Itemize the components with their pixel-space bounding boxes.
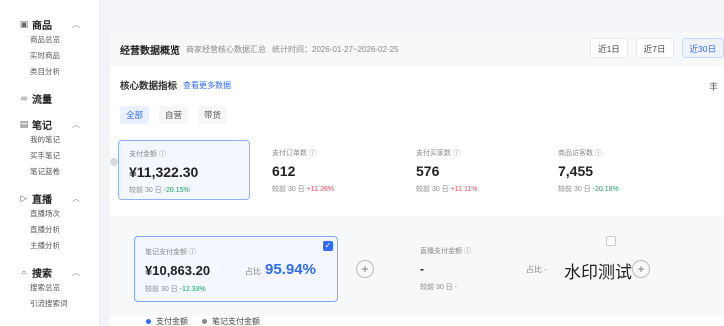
metric-change: -12.33% — [179, 286, 206, 293]
core-panel: 核心数据指标 查看更多数据 丰 全部 自营 带货 支付金额 ⓘ ¥11,322.… — [110, 66, 724, 326]
notes-pay-card[interactable]: ✓ 笔记支付金额 ⓘ ¥10,863.20 较前 30 日 -12.33% 占比… — [134, 236, 338, 302]
share-ratio: 占比 95.94% — [245, 261, 316, 278]
tab-all[interactable]: 全部 — [120, 106, 150, 124]
sidebar-item[interactable]: 主播分析 — [30, 238, 99, 254]
checkbox-unchecked-icon[interactable] — [606, 236, 616, 246]
search-icon: ⌕ — [21, 266, 27, 277]
metric-change: -20.15% — [163, 187, 190, 194]
range-30d-button[interactable]: 近30日 — [681, 38, 724, 58]
section-title: 核心数据指标 — [120, 81, 178, 92]
legend-dot-icon — [146, 319, 151, 324]
add-icon[interactable]: + — [632, 260, 650, 278]
metric-card-orders[interactable]: 支付订单数 ⓘ 612 较前 30 日 +11.26% — [262, 140, 392, 200]
sidebar-section-goods[interactable]: ▣ 商品 ︿ — [20, 16, 99, 32]
metric-card-visitors[interactable]: 商品访客数 ⓘ 7,455 较前 30 日 -20.18% — [548, 140, 678, 200]
metric-card-pay-amount[interactable]: 支付金额 ⓘ ¥11,322.30 较前 30 日 -20.15% — [118, 140, 250, 200]
more-menu-button[interactable]: 丰 — [709, 80, 718, 93]
metric-change: +11.26% — [306, 186, 334, 193]
metric-label: 支付买家数 ⓘ — [416, 150, 460, 157]
range-1d-button[interactable]: 近1日 — [590, 38, 628, 58]
chevron-up-icon[interactable]: ︿ — [72, 19, 80, 30]
sidebar-section-traffic[interactable]: ∞ 流量 — [21, 90, 99, 106]
date-range-group: 近1日 近7日 近30日 — [590, 38, 724, 58]
metric-change: - — [454, 284, 457, 291]
main-content: 经营数据概览 商家经营核心数据汇总 统计时间：2026-01-27~2026-0… — [100, 0, 724, 326]
sidebar-item[interactable]: 直播分析 — [30, 222, 99, 238]
legend-item[interactable]: 笔记支付金额 — [202, 316, 260, 326]
sidebar-section-title: 直播 — [32, 194, 52, 206]
metric-label: 支付订单数 ⓘ — [272, 150, 316, 157]
metric-card-buyers[interactable]: 支付买家数 ⓘ 576 较前 30 日 +11.11% — [406, 140, 536, 200]
chevron-up-icon[interactable]: ︿ — [72, 119, 80, 130]
sidebar-section-title: 商品 — [32, 20, 52, 32]
sidebar-section-notes[interactable]: ▤ 笔记 ︿ — [20, 116, 99, 132]
overview-header: 经营数据概览 商家经营核心数据汇总 统计时间：2026-01-27~2026-0… — [110, 32, 724, 66]
chevron-up-icon[interactable]: ︿ — [72, 193, 80, 204]
sidebar-item[interactable]: 笔记蓝卷 — [30, 164, 99, 180]
sidebar-item[interactable]: 类目分析 — [30, 64, 99, 80]
tab-self[interactable]: 自营 — [159, 106, 189, 124]
legend-item[interactable]: 支付金额 — [146, 316, 188, 326]
metric-change: -20.18% — [592, 186, 619, 193]
tab-affiliate[interactable]: 带货 — [198, 106, 228, 124]
range-7d-button[interactable]: 近7日 — [635, 38, 674, 58]
sidebar-section-title: 笔记 — [32, 120, 52, 132]
chevron-up-icon[interactable]: ︿ — [72, 267, 80, 278]
sidebar-item[interactable]: 直播场次 — [30, 206, 99, 222]
more-data-link[interactable]: 查看更多数据 — [183, 80, 231, 91]
sidebar-section-live[interactable]: ▷ 直播 ︿ — [21, 190, 99, 206]
chart-legend: 支付金额 笔记支付金额 — [146, 316, 260, 326]
sidebar-item[interactable]: 买手笔记 — [30, 148, 99, 164]
sidebar-item[interactable]: 实时商品 — [30, 48, 99, 64]
sidebar-item[interactable]: 引流搜索词 — [30, 296, 99, 312]
sidebar-section-title: 流量 — [32, 94, 52, 106]
metric-label: 支付金额 ⓘ — [129, 151, 166, 158]
page-subtitle: 商家经营核心数据汇总 — [186, 44, 266, 54]
channel-tabs: 全部 自营 带货 — [120, 106, 228, 124]
sidebar: ▣ 商品 ︿ 商品总览 实时商品 类目分析 ∞ 流量 ▤ 笔记 ︿ 我的笔记 买… — [0, 0, 100, 326]
legend-dot-icon — [202, 319, 207, 324]
metric-label: 直播支付金额 ⓘ — [420, 248, 471, 255]
metrics-scroll-left-icon[interactable] — [110, 158, 118, 166]
metric-label: 笔记支付金额 ⓘ — [145, 249, 196, 256]
checkbox-checked-icon[interactable]: ✓ — [323, 241, 333, 251]
metric-value: 612 — [272, 163, 296, 179]
metric-value: ¥11,322.30 — [129, 164, 199, 180]
metric-value: 576 — [416, 163, 440, 179]
page-title: 经营数据概览 — [120, 45, 180, 57]
live-icon: ▷ — [20, 192, 28, 203]
sidebar-section-search[interactable]: ⌕ 搜索 ︿ — [21, 264, 99, 280]
traffic-icon: ∞ — [20, 93, 28, 103]
sidebar-item[interactable]: 搜索总览 — [30, 280, 99, 296]
sidebar-item[interactable]: 我的笔记 — [30, 132, 99, 148]
share-percent: 95.94% — [265, 261, 316, 278]
add-icon[interactable]: + — [356, 260, 374, 278]
metric-cards: 支付金额 ⓘ ¥11,322.30 较前 30 日 -20.15% 支付订单数 … — [118, 140, 724, 200]
goods-icon: ▣ — [19, 18, 29, 29]
stat-period: 统计时间：2026-01-27~2026-02-25 — [272, 44, 399, 54]
notes-icon: ▤ — [19, 118, 29, 129]
watermark: 水印测试 — [564, 263, 632, 283]
sidebar-section-title: 搜索 — [32, 268, 52, 280]
core-header: 核心数据指标 查看更多数据 — [120, 78, 231, 93]
metric-change: +11.11% — [450, 186, 478, 193]
metric-label: 商品访客数 ⓘ — [558, 150, 602, 157]
sidebar-item[interactable]: 商品总览 — [30, 32, 99, 48]
share-ratio: 占比 - — [526, 265, 547, 274]
metric-value: 7,455 — [558, 163, 594, 179]
